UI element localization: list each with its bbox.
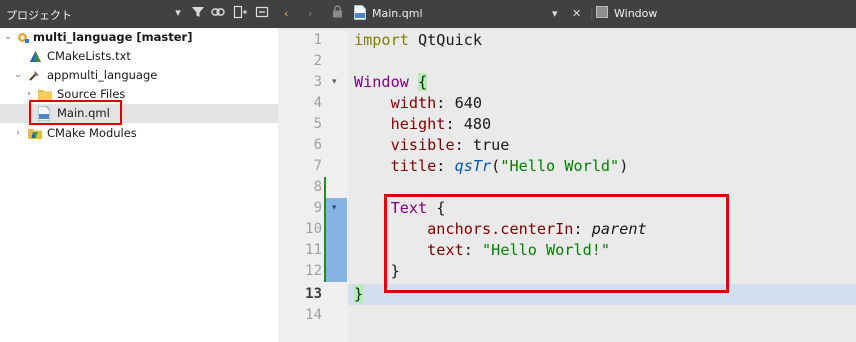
line-number: 7 — [313, 158, 322, 174]
tree-item-label: appmulti_language — [47, 68, 158, 82]
keyword: import — [354, 31, 409, 49]
property-value: : 480 — [445, 115, 492, 133]
highlight-box-text-block — [384, 194, 729, 293]
line-number: 8 — [313, 179, 322, 195]
file-dropdown-icon[interactable]: ▾ — [552, 5, 558, 23]
close-file-icon[interactable]: ✕ — [572, 5, 581, 23]
highlight-box-main-qml — [29, 100, 122, 125]
property-value: : true — [454, 136, 510, 154]
line-number: 4 — [313, 95, 322, 111]
property-value: : 640 — [436, 94, 483, 112]
line-number: 11 — [305, 242, 322, 258]
tree-item-cmake-modules[interactable]: › CMake Modules — [0, 124, 278, 143]
back-arrow-icon[interactable]: ‹ — [284, 5, 288, 23]
code-line-6[interactable]: visible: true — [354, 135, 510, 156]
line-number: 12 — [305, 263, 322, 279]
function-name: qsTr — [454, 157, 492, 175]
line-number: 9 — [313, 200, 322, 216]
line-number: 14 — [305, 307, 322, 323]
cmake-modules-icon — [28, 127, 42, 140]
line-number: 10 — [305, 221, 322, 237]
tree-item-label: CMake Modules — [47, 126, 137, 140]
project-pane-title: プロジェクト — [6, 9, 72, 22]
brace: { — [418, 73, 428, 91]
tree-item-cmakelists[interactable]: CMakeLists.txt — [0, 47, 278, 66]
code-line-7[interactable]: title: qsTr("Hello World") — [354, 156, 629, 177]
paren-open: ( — [491, 157, 501, 175]
fold-marker-icon[interactable]: ▾ — [332, 72, 337, 93]
forward-arrow-icon[interactable]: › — [308, 5, 312, 23]
property-name: visible — [390, 136, 455, 154]
project-pane: プロジェクト ▾ ⌄ multi_language [master] CMake… — [0, 0, 278, 342]
line-number: 6 — [313, 137, 322, 153]
paren-close: ) — [619, 157, 629, 175]
chevron-down-icon[interactable]: ⌄ — [13, 66, 23, 85]
property-name: width — [390, 94, 437, 112]
cmake-file-icon — [29, 50, 42, 63]
line-number: 2 — [313, 53, 322, 69]
code-line-5[interactable]: height: 480 — [354, 114, 492, 135]
fold-marker-icon[interactable]: ▾ — [332, 198, 337, 219]
tree-item-appmulti-language[interactable]: ⌄ appmulti_language — [0, 66, 278, 85]
window-symbol-icon — [596, 5, 608, 23]
code-line-13[interactable]: } — [354, 284, 364, 305]
brace: } — [354, 285, 364, 303]
tree-item-label: CMakeLists.txt — [47, 49, 131, 63]
module-name: QtQuick — [408, 31, 483, 49]
editor-toolbar: ‹ › Main.qml ▾ ✕ | Window — [278, 0, 856, 28]
project-pane-toolbar: プロジェクト ▾ — [0, 0, 278, 28]
string-literal: "Hello World" — [500, 157, 620, 175]
code-line-1[interactable]: import QtQuick — [354, 30, 482, 51]
line-number: 1 — [313, 32, 322, 48]
file-tab-label[interactable]: Main.qml — [372, 5, 423, 23]
line-number: 5 — [313, 116, 322, 132]
split-icon[interactable] — [232, 5, 248, 21]
filter-icon[interactable] — [190, 5, 206, 21]
separator: | — [590, 7, 594, 20]
property-name: title — [390, 157, 437, 175]
link-icon[interactable] — [210, 5, 226, 21]
code-line-4[interactable]: width: 640 — [354, 93, 482, 114]
close-pane-icon[interactable] — [254, 5, 270, 21]
type-name: Window — [354, 73, 409, 91]
property-name: height — [390, 115, 446, 133]
project-icon — [16, 31, 29, 44]
line-number-current: 13 — [305, 286, 322, 302]
build-target-icon — [28, 69, 41, 82]
symbol-label[interactable]: Window — [614, 5, 657, 23]
chevron-down-icon[interactable]: ⌄ — [3, 28, 13, 47]
line-number: 3 — [313, 74, 322, 90]
tree-item-project[interactable]: ⌄ multi_language [master] — [0, 28, 278, 47]
dropdown-icon[interactable]: ▾ — [170, 5, 186, 21]
qml-file-icon — [353, 4, 367, 23]
chevron-right-icon[interactable]: › — [13, 124, 23, 143]
code-line-3[interactable]: Window { — [354, 72, 428, 93]
colon: : — [436, 157, 455, 175]
lock-icon — [332, 5, 343, 23]
tree-item-label: multi_language [master] — [33, 30, 193, 44]
